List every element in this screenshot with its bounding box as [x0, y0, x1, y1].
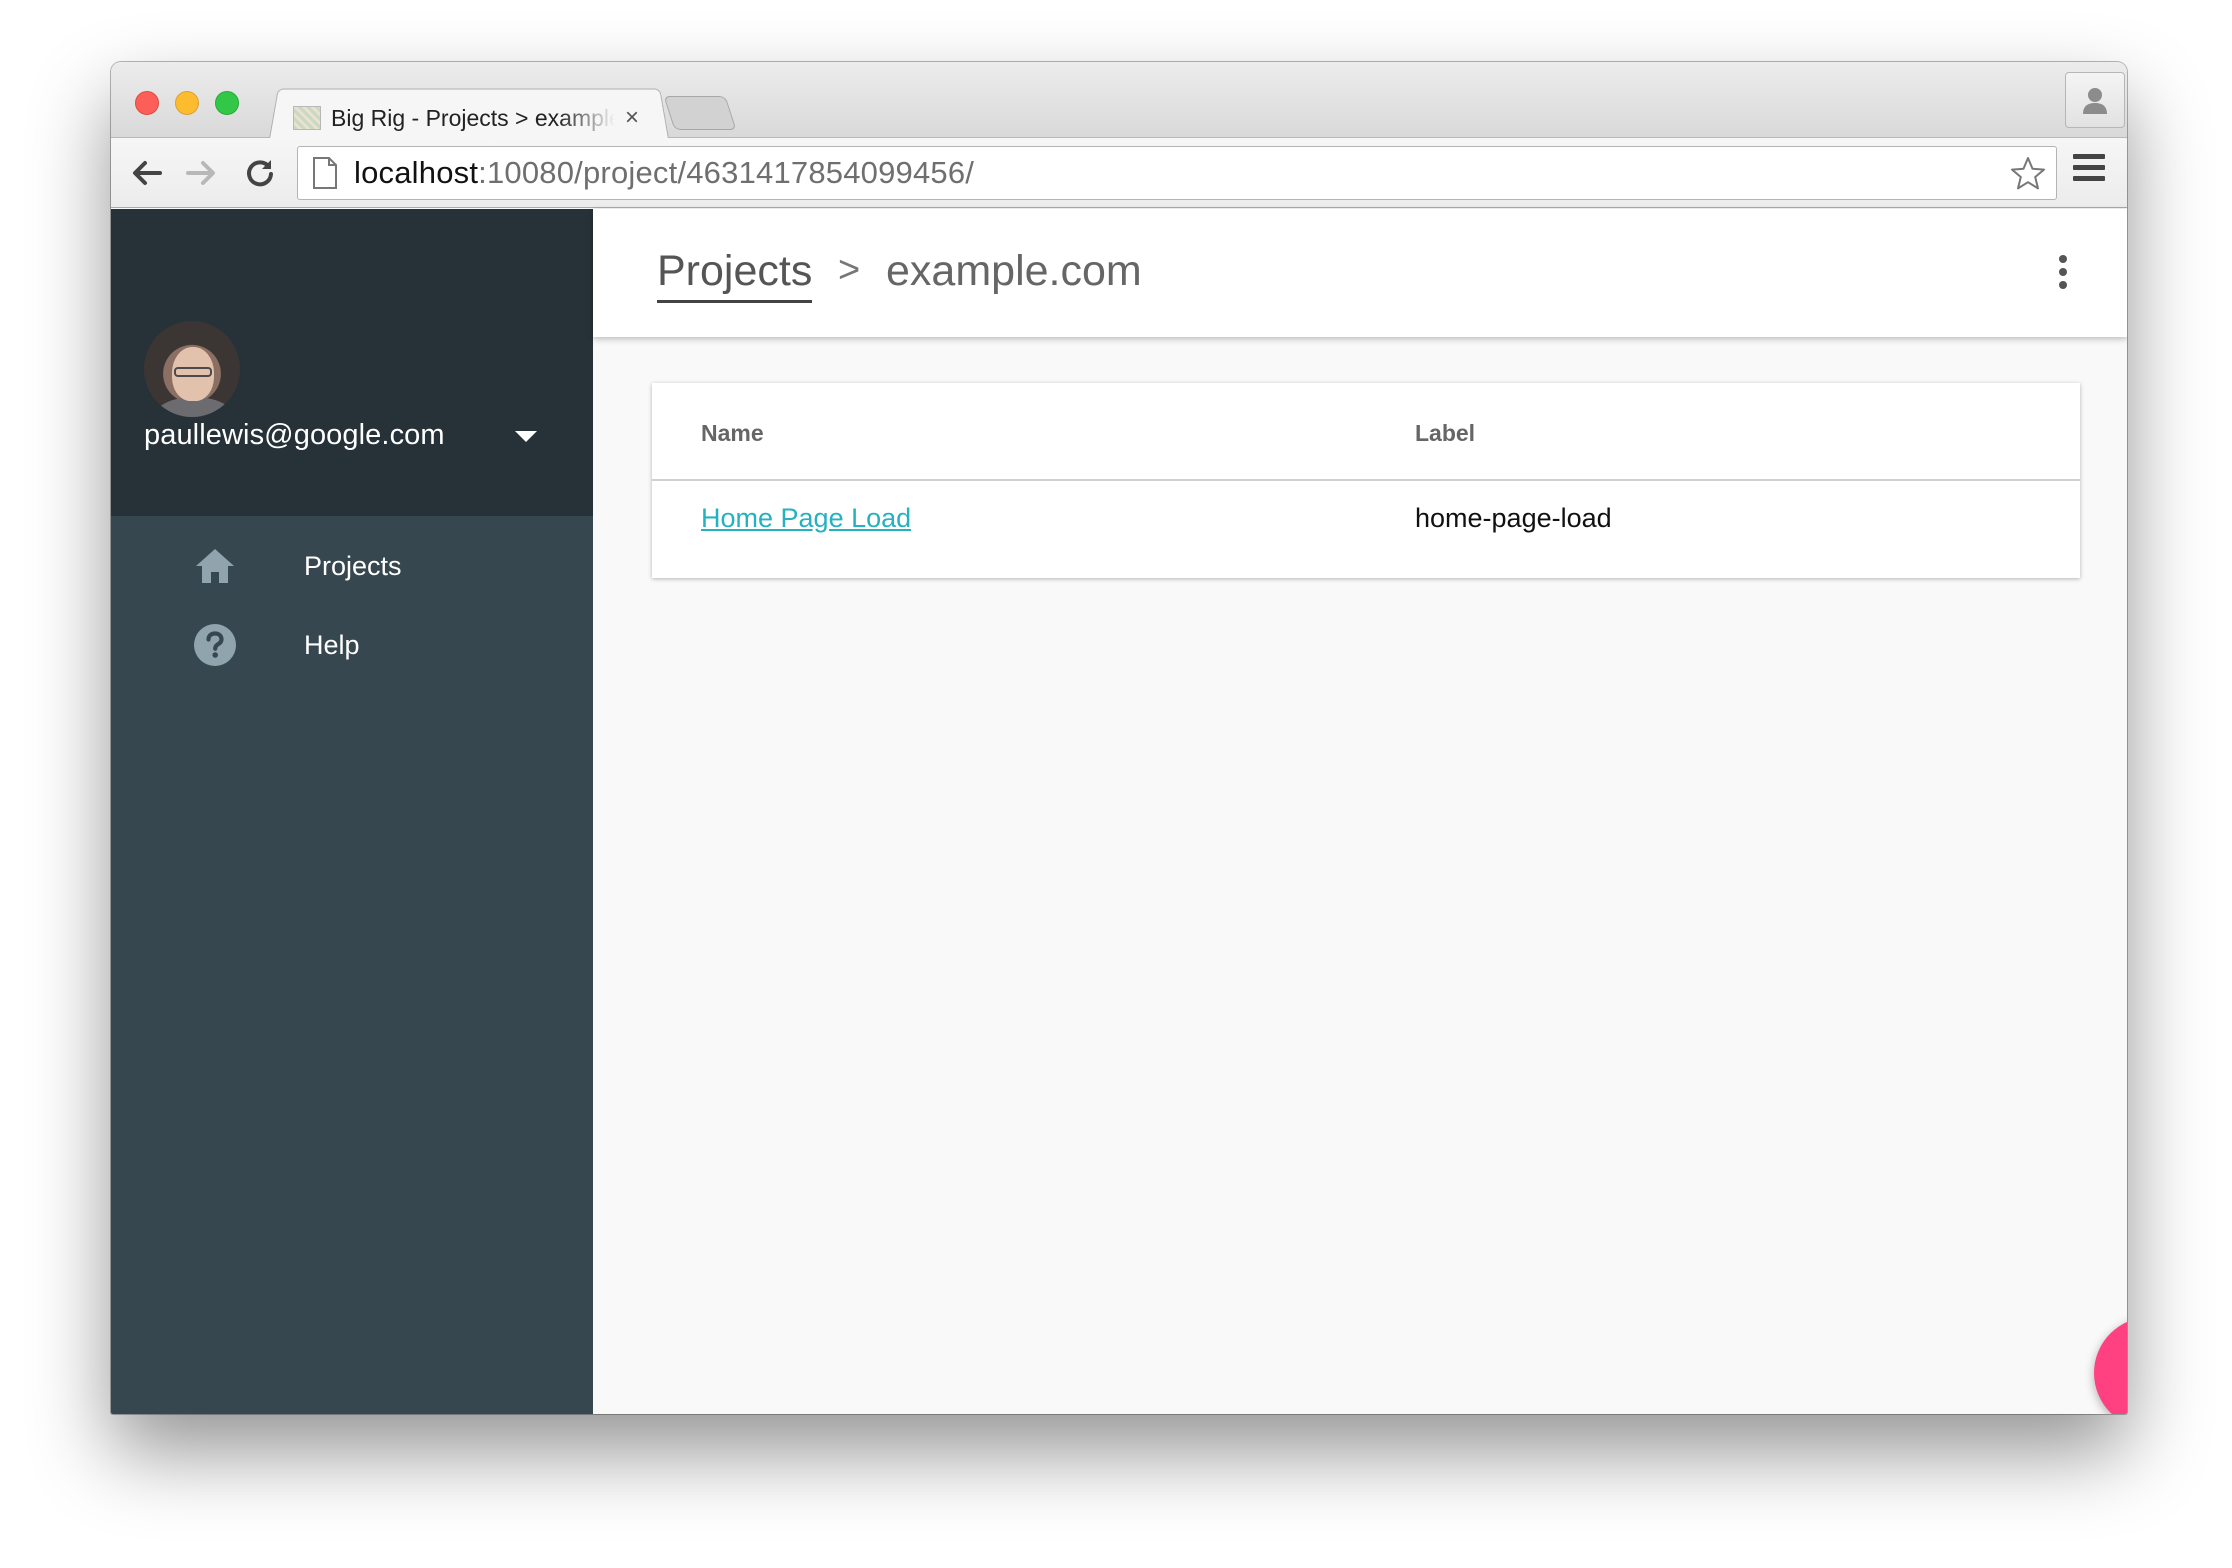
- new-tab-button[interactable]: [663, 96, 737, 130]
- app: paullewis@google.com Projects Help Proje…: [111, 209, 2127, 1414]
- breadcrumb-projects[interactable]: Projects: [657, 247, 813, 303]
- browser-toolbar: localhost:10080/project/4631417854099456…: [111, 138, 2127, 208]
- bookmark-star-icon[interactable]: [2010, 156, 2046, 192]
- more-vert-icon[interactable]: [2057, 255, 2069, 291]
- sidebar: paullewis@google.com Projects Help: [111, 209, 593, 1414]
- reload-icon: [247, 160, 273, 187]
- profile-button[interactable]: [2065, 72, 2125, 128]
- account-dropdown-icon[interactable]: [515, 431, 537, 442]
- table-divider: [652, 479, 2080, 481]
- test-name-link[interactable]: Home Page Load: [701, 503, 911, 534]
- arrow-right-icon: [186, 161, 215, 185]
- breadcrumb-current: example.com: [886, 247, 1142, 295]
- browser-menu-button[interactable]: [2073, 154, 2107, 192]
- zoom-window-button[interactable]: [215, 91, 239, 115]
- reload-button[interactable]: [239, 152, 281, 194]
- sidebar-item-label: Help: [304, 629, 360, 660]
- home-icon: [193, 544, 237, 588]
- avatar: [144, 321, 240, 417]
- tests-table: Name Label Home Page Load home-page-load: [652, 383, 2080, 578]
- sidebar-header: paullewis@google.com: [111, 209, 593, 516]
- sidebar-item-help[interactable]: Help: [111, 605, 593, 685]
- column-header-name: Name: [701, 420, 764, 446]
- sidebar-item-label: Projects: [304, 550, 402, 581]
- close-window-button[interactable]: [135, 91, 159, 115]
- browser-window: Big Rig - Projects > example.com ×: [111, 62, 2127, 1414]
- arrow-left-icon: [133, 161, 162, 185]
- url-path: :10080/project/4631417854099456/: [478, 155, 975, 190]
- user-email: paullewis@google.com: [144, 419, 445, 451]
- url-host: localhost: [354, 155, 479, 190]
- breadcrumb-separator: >: [838, 249, 861, 291]
- browser-tab-content[interactable]: Big Rig - Projects > example.com ×: [289, 98, 669, 138]
- sidebar-item-projects[interactable]: Projects: [111, 526, 593, 606]
- minimize-window-button[interactable]: [175, 91, 199, 115]
- main-content: Projects > example.com Name Label Home P…: [593, 209, 2127, 1414]
- forward-button[interactable]: [181, 152, 223, 194]
- favicon-icon: [293, 106, 321, 130]
- url-text: localhost:10080/project/4631417854099456…: [354, 155, 974, 191]
- person-icon: [2083, 88, 2107, 114]
- tab-close-icon[interactable]: ×: [625, 106, 639, 130]
- address-bar[interactable]: localhost:10080/project/4631417854099456…: [297, 146, 2057, 200]
- upload-button[interactable]: [2094, 1317, 2127, 1414]
- test-label: home-page-load: [1415, 503, 1612, 533]
- browser-titlebar: Big Rig - Projects > example.com ×: [111, 62, 2127, 139]
- app-header: Projects > example.com: [593, 209, 2127, 337]
- back-button[interactable]: [125, 152, 167, 194]
- help-icon: [193, 623, 237, 667]
- hamburger-icon: [2073, 154, 2105, 159]
- page-icon: [313, 157, 337, 189]
- column-header-label: Label: [1415, 420, 1476, 446]
- tab-title: Big Rig - Projects > example.com: [331, 104, 615, 131]
